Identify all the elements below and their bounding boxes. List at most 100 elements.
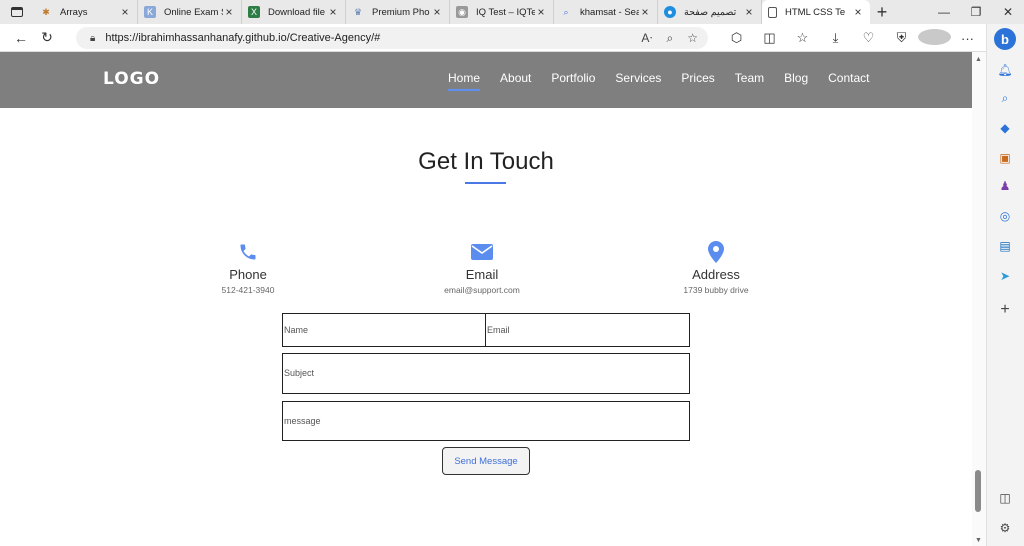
tab-title: Arrays: [60, 6, 88, 18]
new-tab-button[interactable]: +: [870, 2, 894, 23]
search-icon[interactable]: ⌕: [997, 90, 1013, 106]
premium-tab-icon: ♛: [353, 6, 363, 17]
excel-tab-icon: X: [248, 6, 260, 18]
tab-title: khamsat - Sea: [580, 6, 639, 18]
iqtest-tab-icon: ◉: [456, 6, 468, 18]
bing-copilot-icon[interactable]: b: [994, 28, 1016, 50]
browser-tab-active[interactable]: HTML CSS Te ×: [762, 0, 870, 24]
add-sidebar-app-icon[interactable]: +: [997, 301, 1013, 318]
read-aloud-icon[interactable]: Aᐧ: [641, 31, 652, 45]
tab-title: IQ Test – IQTe: [476, 6, 535, 18]
scroll-down-icon[interactable]: ▼: [975, 537, 982, 544]
shopping-tag-icon[interactable]: ◆: [997, 120, 1013, 136]
tab-title: Premium Pho: [372, 6, 430, 18]
tab-actions-menu[interactable]: [0, 0, 34, 24]
title-underline: [465, 182, 506, 184]
contact-info-value: email@support.com: [444, 285, 520, 295]
browser-tab[interactable]: ⌕ khamsat - Sea ×: [554, 0, 658, 24]
browser-tab[interactable]: K Online Exam S ×: [138, 0, 242, 24]
favorites-icon[interactable]: ☆: [786, 30, 819, 46]
notification-bell-icon[interactable]: 🔔︎: [997, 62, 1013, 78]
browser-tab[interactable]: ✱ Arrays ×: [34, 0, 138, 24]
toolbox-icon[interactable]: ▣: [997, 150, 1013, 166]
nav-link-blog[interactable]: Blog: [784, 71, 808, 85]
profile-avatar[interactable]: [918, 28, 951, 48]
close-tab-icon[interactable]: ×: [535, 5, 547, 19]
tab-title: HTML CSS Te: [785, 6, 846, 18]
contact-info-address: Address 1739 bubby drive: [616, 240, 816, 295]
site-logo[interactable]: LOGO: [103, 69, 160, 89]
nav-link-services[interactable]: Services: [615, 71, 661, 85]
nav-link-portfolio[interactable]: Portfolio: [551, 71, 595, 85]
tab-title: Download file: [268, 6, 326, 18]
minimize-icon[interactable]: —: [928, 0, 960, 24]
refresh-icon[interactable]: ↻: [34, 24, 60, 52]
page-tab-icon: [768, 6, 777, 18]
contact-info-label: Phone: [229, 267, 267, 282]
back-arrow-icon[interactable]: ←: [8, 24, 34, 52]
nav-link-about[interactable]: About: [500, 71, 531, 85]
scroll-up-icon[interactable]: ▲: [975, 56, 982, 63]
nav-link-team[interactable]: Team: [735, 71, 764, 85]
browser-essentials-icon[interactable]: ⛨: [885, 30, 918, 46]
office-icon[interactable]: ◎: [997, 208, 1013, 224]
tab-title: Online Exam S: [164, 6, 223, 18]
name-field[interactable]: Name: [282, 313, 486, 347]
contact-info-email: Email email@support.com: [382, 240, 582, 295]
browser-tab[interactable]: ♛ Premium Pho ×: [346, 0, 450, 24]
section-title: Get In Touch: [418, 148, 554, 175]
close-tab-icon[interactable]: ×: [223, 5, 235, 19]
edge-sidebar: b 🔔︎ ⌕ ◆ ▣ ♟ ◎ ▤ ➤ + ◫ ⚙: [986, 24, 1024, 546]
games-icon[interactable]: ♟: [997, 178, 1013, 194]
exam-tab-icon: K: [144, 6, 156, 18]
extensions-icon[interactable]: ⬡: [720, 30, 753, 46]
send-message-button[interactable]: Send Message: [442, 447, 530, 475]
design-tab-icon: ●: [664, 6, 676, 18]
close-tab-icon[interactable]: ×: [431, 5, 443, 19]
split-screen-icon[interactable]: ◫: [753, 30, 786, 46]
address-bar-actions: Aᐧ ⌕ ☆: [641, 27, 698, 49]
favorite-star-icon[interactable]: ☆: [687, 31, 698, 45]
close-tab-icon[interactable]: ×: [852, 5, 864, 19]
arrays-tab-icon: ✱: [42, 6, 50, 17]
message-field[interactable]: message: [282, 401, 690, 441]
address-bar[interactable]: 🔒︎ https://ibrahimhassanhanafy.github.io…: [76, 27, 708, 49]
email-field[interactable]: Email: [485, 313, 690, 347]
tab-actions-icon: [11, 7, 23, 17]
nav-link-contact[interactable]: Contact: [828, 71, 869, 85]
downloads-icon[interactable]: ⤓: [819, 30, 852, 46]
contact-info-value: 512-421-3940: [221, 285, 275, 295]
close-tab-icon[interactable]: ×: [119, 5, 131, 19]
lock-icon[interactable]: 🔒︎: [90, 33, 95, 44]
outlook-icon[interactable]: ▤: [997, 238, 1013, 254]
sidebar-settings-icon[interactable]: ⚙: [997, 520, 1013, 536]
phone-icon: [148, 240, 348, 264]
zoom-icon[interactable]: ⌕: [667, 31, 674, 46]
close-window-icon[interactable]: ✕: [992, 0, 1024, 24]
more-menu-icon[interactable]: ···: [951, 31, 984, 46]
contact-info-label: Address: [692, 267, 740, 282]
nav-link-prices[interactable]: Prices: [681, 71, 714, 85]
hide-sidebar-icon[interactable]: ◫: [997, 490, 1013, 506]
map-pin-icon: [616, 240, 816, 264]
close-tab-icon[interactable]: ×: [327, 5, 339, 19]
window-controls: — ❐ ✕: [928, 0, 1024, 24]
browser-toolbar: ← ↻ 🔒︎ https://ibrahimhassanhanafy.githu…: [0, 24, 1024, 52]
search-tab-icon: ⌕: [563, 6, 569, 17]
page-scrollbar[interactable]: ▲ ▼: [972, 52, 986, 546]
close-tab-icon[interactable]: ×: [743, 5, 755, 19]
browser-tab[interactable]: ◉ IQ Test – IQTe ×: [450, 0, 554, 24]
nav-link-home[interactable]: Home: [448, 71, 481, 91]
close-tab-icon[interactable]: ×: [639, 5, 651, 19]
browser-tools: ⬡ ◫ ☆ ⤓ ♡ ⛨ ···: [720, 24, 984, 52]
send-icon[interactable]: ➤: [997, 268, 1013, 284]
url-text: https://ibrahimhassanhanafy.github.io/Cr…: [105, 32, 381, 44]
performance-icon[interactable]: ♡: [852, 30, 885, 46]
browser-tab[interactable]: X Download file ×: [242, 0, 346, 24]
subject-field[interactable]: Subject: [282, 353, 690, 394]
scroll-thumb[interactable]: [975, 470, 981, 512]
site-header: LOGO Home About Portfolio Services Price…: [0, 52, 972, 108]
restore-icon[interactable]: ❐: [960, 0, 992, 24]
browser-tab[interactable]: ● تصميم صفحة ×: [658, 0, 762, 24]
contact-info-label: Email: [465, 267, 499, 282]
